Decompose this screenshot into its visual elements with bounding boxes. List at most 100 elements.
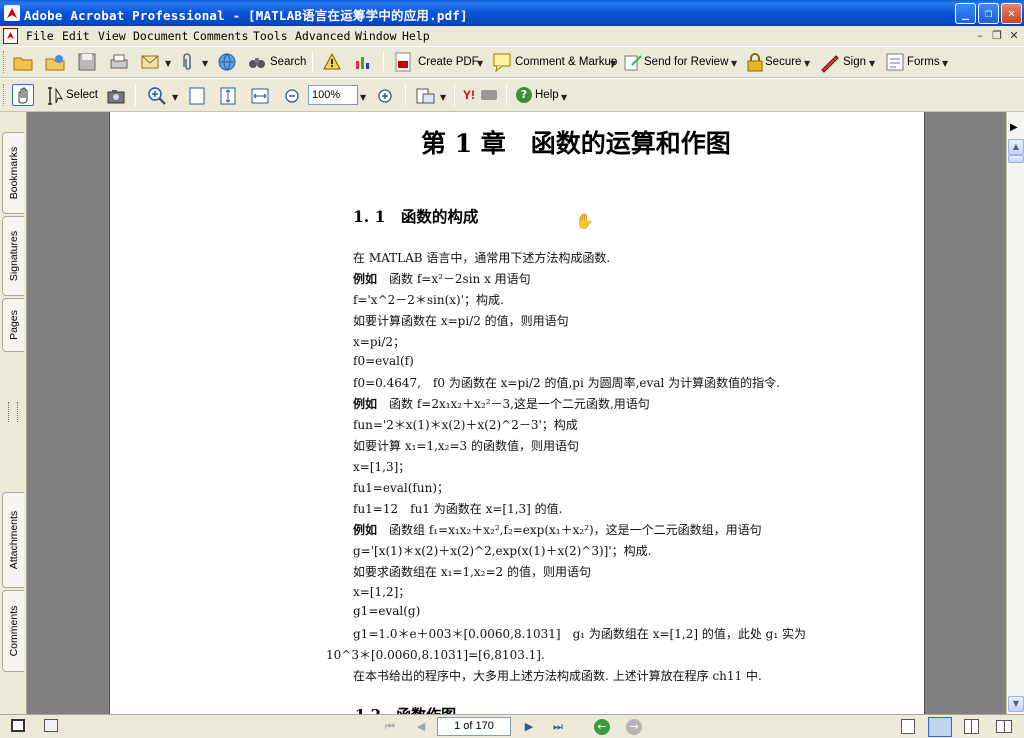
pdf-page: 第 1 章 函数的运算和作图 1. 1 函数的构成 ✋ 在 MATLAB 语言中… (109, 112, 925, 714)
organizer-icon[interactable] (44, 51, 66, 73)
previous-page-button[interactable]: ◀ (412, 719, 430, 735)
menu-view[interactable]: View (98, 29, 126, 43)
attach-paperclip-icon[interactable] (177, 51, 199, 73)
menu-comments[interactable]: Comments (193, 29, 248, 43)
open-folder-icon[interactable] (12, 51, 34, 73)
panel-resize-grip[interactable] (8, 402, 18, 422)
select-text-cursor-icon[interactable] (44, 85, 66, 107)
single-page-layout-icon[interactable] (901, 719, 915, 734)
menu-help[interactable]: Help (402, 29, 430, 43)
minimize-button[interactable]: _ (955, 3, 976, 24)
close-button[interactable]: ✕ (1001, 3, 1022, 24)
doc-close-icon[interactable]: ✕ (1006, 28, 1022, 44)
secure-lock-icon[interactable] (744, 51, 766, 73)
show-navigation-pane-icon[interactable] (11, 719, 25, 732)
help-button[interactable]: Help (535, 89, 559, 101)
next-page-button[interactable]: ▶ (520, 719, 538, 735)
select-tool-button[interactable]: Select (66, 89, 98, 101)
forms-button[interactable]: Forms (907, 56, 940, 68)
create-pdf-button[interactable]: Create PDF (418, 56, 479, 68)
hand-tool-icon[interactable] (12, 84, 34, 106)
continuous-layout-icon[interactable] (928, 717, 952, 737)
comment-markup-icon[interactable] (491, 51, 513, 73)
tab-pages[interactable]: Pages (2, 298, 24, 352)
print-icon[interactable] (108, 51, 130, 73)
menu-file[interactable]: File (26, 29, 54, 43)
zoom-tool-dropdown-icon[interactable]: ▼ (172, 93, 178, 102)
vertical-scrollbar[interactable]: ▶ ▲ ▼ (1006, 112, 1024, 714)
menu-tools[interactable]: Tools (253, 29, 288, 43)
rotate-dropdown-icon[interactable]: ▼ (440, 93, 446, 102)
go-forward-icon[interactable]: → (626, 719, 642, 735)
send-for-review-button[interactable]: Send for Review (644, 56, 728, 68)
help-dropdown-icon[interactable]: ▼ (561, 93, 567, 102)
snapshot-camera-icon[interactable] (105, 85, 127, 107)
rotate-pages-icon[interactable] (414, 85, 436, 107)
help-question-icon[interactable]: ? (516, 87, 532, 103)
go-back-icon[interactable]: ← (594, 719, 610, 735)
email-dropdown-icon[interactable]: ▼ (165, 59, 171, 68)
tab-signatures[interactable]: Signatures (2, 216, 24, 296)
comment-markup-dropdown-icon[interactable]: ▼ (610, 59, 616, 68)
secure-dropdown-icon[interactable]: ▼ (804, 59, 810, 68)
search-binoculars-icon[interactable] (246, 51, 268, 73)
email-icon[interactable] (140, 51, 162, 73)
comment-markup-button[interactable]: Comment & Markup (515, 56, 617, 68)
warning-sign-icon[interactable] (321, 51, 343, 73)
search-button[interactable]: Search (270, 56, 306, 68)
acrobat-app-icon[interactable] (4, 5, 20, 21)
document-viewport[interactable]: 第 1 章 函数的运算和作图 1. 1 函数的构成 ✋ 在 MATLAB 语言中… (27, 112, 1006, 714)
zoom-in-plus-icon[interactable] (374, 85, 396, 107)
chart-tool-icon[interactable] (352, 51, 374, 73)
example-label: 例如 (353, 397, 378, 412)
window-title: Adobe Acrobat Professional - [MATLAB语言在运… (24, 8, 468, 23)
create-pdf-icon[interactable] (392, 51, 414, 73)
page-number-field[interactable]: 1 of 170 (437, 717, 511, 736)
doc-minimize-icon[interactable]: – (972, 28, 988, 44)
menu-edit[interactable]: Edit (62, 29, 90, 43)
document-menu-icon[interactable] (3, 28, 18, 44)
page-size-icon[interactable] (44, 719, 58, 732)
sign-pen-icon[interactable] (819, 51, 841, 73)
zoom-level-dropdown-icon[interactable]: ▼ (360, 93, 366, 102)
line-text: g1=1.0＊e＋003＊[0.0060,8.1031] g₁ 为函数组在 x=… (353, 627, 806, 642)
sign-dropdown-icon[interactable]: ▼ (869, 59, 875, 68)
web-globe-icon[interactable] (216, 51, 238, 73)
menu-window[interactable]: Window (355, 29, 397, 43)
tab-bookmarks[interactable]: Bookmarks (2, 132, 24, 214)
yahoo-toolbar-icon[interactable]: Y! (463, 88, 475, 102)
save-icon[interactable] (76, 51, 98, 73)
scroll-thumb[interactable] (1008, 155, 1024, 163)
send-review-icon[interactable] (622, 51, 644, 73)
actual-size-icon[interactable] (186, 85, 208, 107)
first-page-button[interactable]: ⏮ (381, 719, 399, 735)
zoom-in-icon[interactable] (146, 85, 168, 107)
yahoo-search-icon[interactable] (481, 90, 497, 100)
tab-attachments[interactable]: Attachments (2, 492, 24, 588)
tab-comments[interactable]: Comments (2, 590, 24, 672)
fit-width-icon[interactable] (249, 85, 271, 107)
menu-advanced[interactable]: Advanced (295, 29, 350, 43)
send-review-dropdown-icon[interactable]: ▼ (731, 59, 737, 68)
secure-button[interactable]: Secure (765, 56, 801, 68)
facing-layout-icon[interactable] (996, 720, 1012, 733)
title-bar: Adobe Acrobat Professional - [MATLAB语言在运… (0, 0, 1024, 26)
zoom-level-field[interactable]: 100% (308, 85, 358, 105)
maximize-button[interactable]: ❐ (978, 3, 999, 24)
continuous-facing-layout-icon[interactable] (964, 719, 979, 734)
forms-icon[interactable] (884, 51, 906, 73)
create-pdf-dropdown-icon[interactable]: ▼ (477, 59, 483, 68)
menu-document[interactable]: Document (133, 29, 188, 43)
options-arrow-icon[interactable]: ▶ (1010, 122, 1018, 133)
attach-dropdown-icon[interactable]: ▼ (202, 59, 208, 68)
last-page-button[interactable]: ⏭ (549, 719, 567, 735)
fit-page-icon[interactable] (217, 85, 239, 107)
forms-dropdown-icon[interactable]: ▼ (942, 59, 948, 68)
zoom-out-icon[interactable] (281, 85, 303, 107)
scroll-up-button[interactable]: ▲ (1008, 139, 1024, 155)
toolbar-grip[interactable] (3, 84, 6, 106)
sign-button[interactable]: Sign (843, 56, 866, 68)
doc-restore-icon[interactable]: ❐ (989, 28, 1005, 44)
toolbar-grip[interactable] (3, 51, 6, 73)
scroll-down-button[interactable]: ▼ (1008, 696, 1024, 712)
